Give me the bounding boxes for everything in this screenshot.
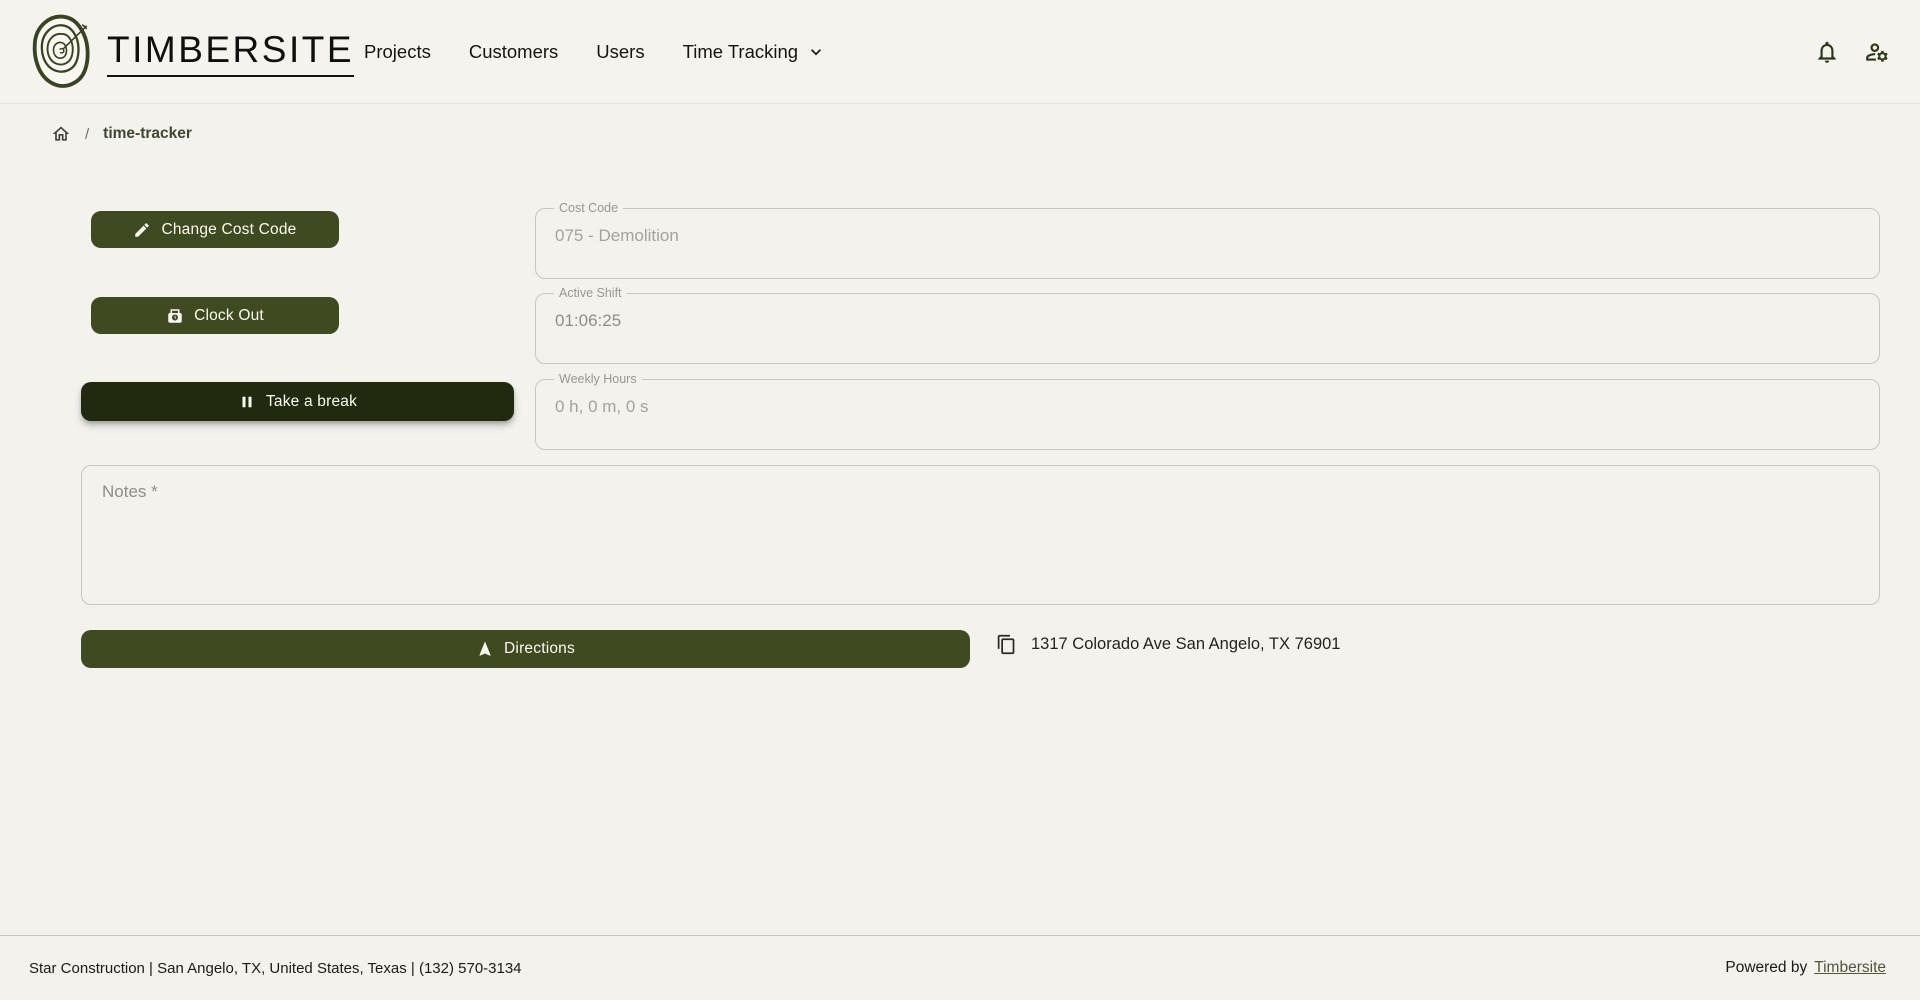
cost-code-value: 075 - Demolition [555,226,1865,246]
header: TIMBERSITE Projects Customers Users Time… [0,0,1920,104]
breadcrumb: / time-tracker [51,124,192,144]
brand-logo[interactable]: TIMBERSITE [27,13,354,91]
chevron-down-icon [806,42,826,62]
active-shift-field: Active Shift 01:06:25 [535,285,1880,364]
directions-button[interactable]: Directions [81,630,970,668]
notes-input[interactable] [81,465,1880,605]
notifications-icon[interactable] [1814,39,1840,65]
nav-item-projects[interactable]: Projects [364,41,431,63]
breadcrumb-current: time-tracker [103,125,192,143]
nav-item-customers[interactable]: Customers [469,41,558,63]
punch-clock-icon [166,307,184,325]
copy-icon[interactable] [996,634,1017,655]
tree-rings-logo-icon [27,13,97,91]
brand-underline [107,75,354,77]
company-info: Star Construction | San Angelo, TX, Unit… [29,960,522,977]
active-shift-label: Active Shift [554,285,627,301]
job-address-row: 1317 Colorado Ave San Angelo, TX 76901 [996,634,1340,655]
timbersite-link[interactable]: Timbersite [1814,959,1886,977]
pencil-icon [133,221,151,239]
navigation-arrow-icon [476,640,494,658]
nav-item-users[interactable]: Users [596,41,644,63]
manage-account-icon[interactable] [1864,39,1890,65]
take-a-break-button[interactable]: Take a break [81,382,514,421]
clock-out-button[interactable]: Clock Out [91,297,339,334]
breadcrumb-separator: / [85,126,89,143]
job-address: 1317 Colorado Ave San Angelo, TX 76901 [1031,635,1340,654]
cost-code-label: Cost Code [554,200,623,216]
powered-by: Powered by Timbersite [1725,959,1886,977]
home-icon[interactable] [51,124,71,144]
weekly-hours-field: Weekly Hours 0 h, 0 m, 0 s [535,371,1880,450]
main-nav: Projects Customers Users Time Tracking [364,0,826,104]
cost-code-field: Cost Code 075 - Demolition [535,200,1880,279]
brand-wordmark: TIMBERSITE [107,31,354,68]
header-icons [1814,0,1890,104]
pause-icon [238,393,256,411]
weekly-hours-label: Weekly Hours [554,371,642,387]
page: TIMBERSITE Projects Customers Users Time… [0,0,1920,1000]
active-shift-value: 01:06:25 [555,311,1865,331]
weekly-hours-value: 0 h, 0 m, 0 s [555,397,1865,417]
nav-item-time-tracking[interactable]: Time Tracking [683,41,826,63]
footer: Star Construction | San Angelo, TX, Unit… [0,935,1920,1000]
change-cost-code-button[interactable]: Change Cost Code [91,211,339,248]
